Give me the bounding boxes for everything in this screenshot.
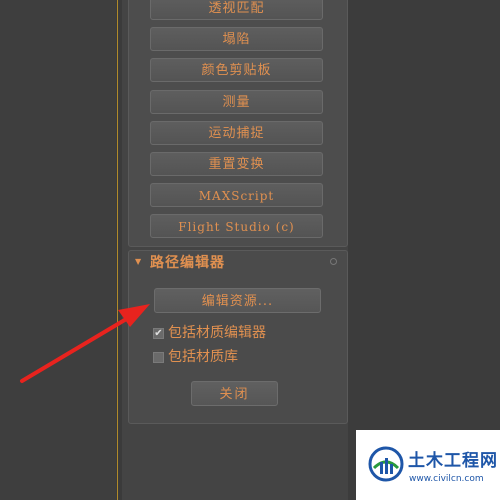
civilcn-logo-icon bbox=[368, 446, 404, 482]
watermark-title: 土木工程网 bbox=[408, 451, 498, 471]
arrow-head bbox=[118, 304, 150, 327]
arrow-shaft bbox=[20, 316, 130, 383]
watermark-url: www.civilcn.com bbox=[409, 474, 484, 484]
red-arrow-annotation bbox=[20, 304, 150, 383]
